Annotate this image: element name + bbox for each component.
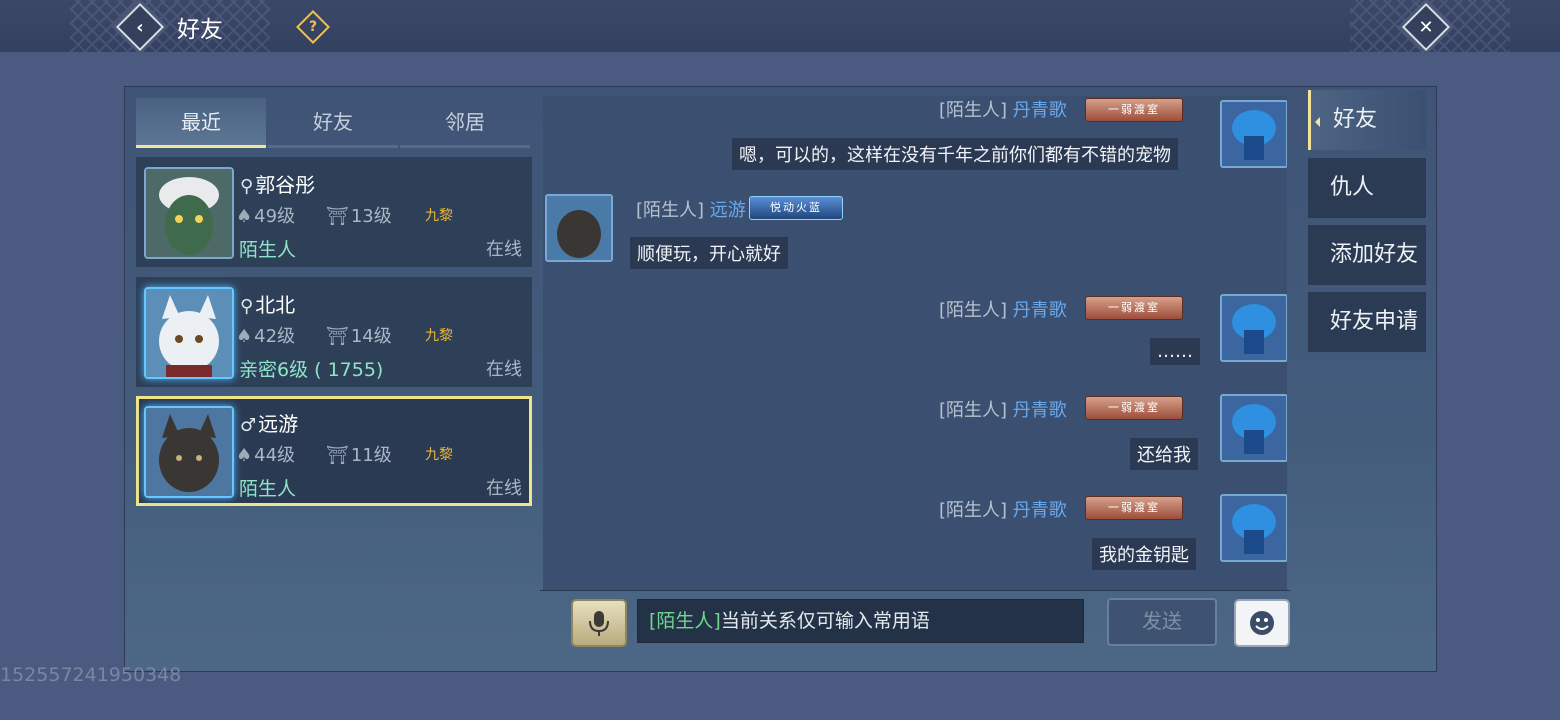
microphone-icon <box>589 611 609 636</box>
level-icon: ♠ <box>236 326 253 347</box>
server-label: 九黎 <box>425 328 453 344</box>
message-header: [陌生人] 丹青歌 <box>939 500 1067 521</box>
list-tabs: 最近 好友 邻居 <box>136 98 532 148</box>
voice-button[interactable] <box>571 599 627 647</box>
help-icon: ? <box>308 19 318 35</box>
message-header: [陌生人] 丹青歌 <box>939 300 1067 321</box>
level-info: ♠ 42级 <box>236 326 296 347</box>
side-tab-friend-requests[interactable]: 好友申请 <box>1308 292 1426 352</box>
avatar <box>144 167 234 259</box>
avatar <box>144 287 234 379</box>
top-bar <box>0 0 1560 52</box>
friend-list-item-selected[interactable]: ♂ 远游 ♠ 44级 ⛩ 11级 九黎 陌生人 在线 <box>136 396 532 506</box>
friend-name: ⚲ 郭谷彤 <box>240 173 316 197</box>
online-status: 在线 <box>486 359 522 380</box>
page-title: 好友 <box>177 17 223 43</box>
header-ornament <box>70 0 270 52</box>
relation-tag: [陌生人] <box>649 610 721 632</box>
title-badge: 悦动火蓝 <box>749 196 843 220</box>
house-icon: ⛩ <box>326 445 349 466</box>
chat-input[interactable]: [陌生人]当前关系仅可输入常用语 <box>637 599 1084 643</box>
message-bubble: 顺便玩，开心就好 <box>630 237 788 269</box>
sender-name[interactable]: 远游 <box>710 200 746 221</box>
friend-name: ♂ 远游 <box>240 412 299 436</box>
house-level-info: ⛩ 13级 <box>326 206 392 227</box>
user-id-label: 152557241950348 <box>0 664 182 686</box>
message-bubble: 我的金钥匙 <box>1092 538 1196 570</box>
back-arrow-icon: ‹ <box>136 16 144 38</box>
title-badge: 一弱渡室 <box>1085 98 1183 122</box>
level-icon: ♠ <box>236 206 253 227</box>
side-tab-enemies[interactable]: 仇人 <box>1308 158 1426 218</box>
tab-friends[interactable]: 好友 <box>268 98 398 148</box>
online-status: 在线 <box>486 478 522 499</box>
male-icon: ♂ <box>240 415 257 436</box>
side-tab-add-friend[interactable]: 添加好友 <box>1308 225 1426 285</box>
message-header: [陌生人] 丹青歌 <box>939 100 1067 121</box>
relation-label: 陌生人 <box>239 478 297 500</box>
level-info: ♠ 44级 <box>236 445 296 466</box>
house-icon: ⛩ <box>326 326 349 347</box>
relation-label: 陌生人 <box>239 239 297 261</box>
search-gender-icon: ⚲ <box>240 176 254 197</box>
sender-name[interactable]: 丹青歌 <box>1013 500 1067 521</box>
title-badge: 一弱渡室 <box>1085 396 1183 420</box>
sender-name[interactable]: 丹青歌 <box>1013 100 1067 121</box>
avatar[interactable] <box>545 194 613 262</box>
send-button[interactable]: 发送 <box>1107 598 1217 646</box>
title-badge: 一弱渡室 <box>1085 296 1183 320</box>
side-tab-friends[interactable]: 好友 <box>1308 90 1426 150</box>
avatar[interactable] <box>1220 494 1287 562</box>
divider <box>540 590 1290 591</box>
server-label: 九黎 <box>425 447 453 463</box>
house-level-info: ⛩ 11级 <box>326 445 392 466</box>
message-header: [陌生人] 丹青歌 <box>939 400 1067 421</box>
close-icon: ✕ <box>1418 16 1434 38</box>
tab-recent[interactable]: 最近 <box>136 98 266 148</box>
avatar[interactable] <box>1220 394 1287 462</box>
level-info: ♠ 49级 <box>236 206 296 227</box>
server-label: 九黎 <box>425 208 453 224</box>
avatar <box>144 406 234 498</box>
emoji-button[interactable] <box>1234 599 1290 647</box>
friend-list-item[interactable]: ⚲ 北北 ♠ 42级 ⛩ 14级 九黎 亲密6级 ( 1755) 在线 <box>136 277 532 387</box>
level-icon: ♠ <box>236 445 253 466</box>
sender-name[interactable]: 丹青歌 <box>1013 300 1067 321</box>
message-bubble: 还给我 <box>1130 438 1198 470</box>
friend-list-item[interactable]: ⚲ 郭谷彤 ♠ 49级 ⛩ 13级 九黎 陌生人 在线 <box>136 157 532 267</box>
relation-label: 亲密6级 ( 1755) <box>239 359 384 381</box>
search-gender-icon: ⚲ <box>240 296 254 317</box>
message-bubble: 嗯，可以的，这样在没有千年之前你们都有不错的宠物 <box>732 138 1178 170</box>
smiley-icon <box>1250 611 1274 635</box>
friend-name: ⚲ 北北 <box>240 293 296 317</box>
tab-neighbors[interactable]: 邻居 <box>400 98 530 148</box>
chat-history[interactable]: [陌生人] 丹青歌 一弱渡室 嗯，可以的，这样在没有千年之前你们都有不错的宠物 … <box>543 96 1287 590</box>
online-status: 在线 <box>486 239 522 260</box>
house-level-info: ⛩ 14级 <box>326 326 392 347</box>
message-header: [陌生人] 远游 <box>636 200 746 221</box>
sender-name[interactable]: 丹青歌 <box>1013 400 1067 421</box>
message-bubble: …… <box>1150 338 1200 365</box>
avatar[interactable] <box>1220 294 1287 362</box>
avatar[interactable] <box>1220 100 1287 168</box>
title-badge: 一弱渡室 <box>1085 496 1183 520</box>
house-icon: ⛩ <box>326 206 349 227</box>
